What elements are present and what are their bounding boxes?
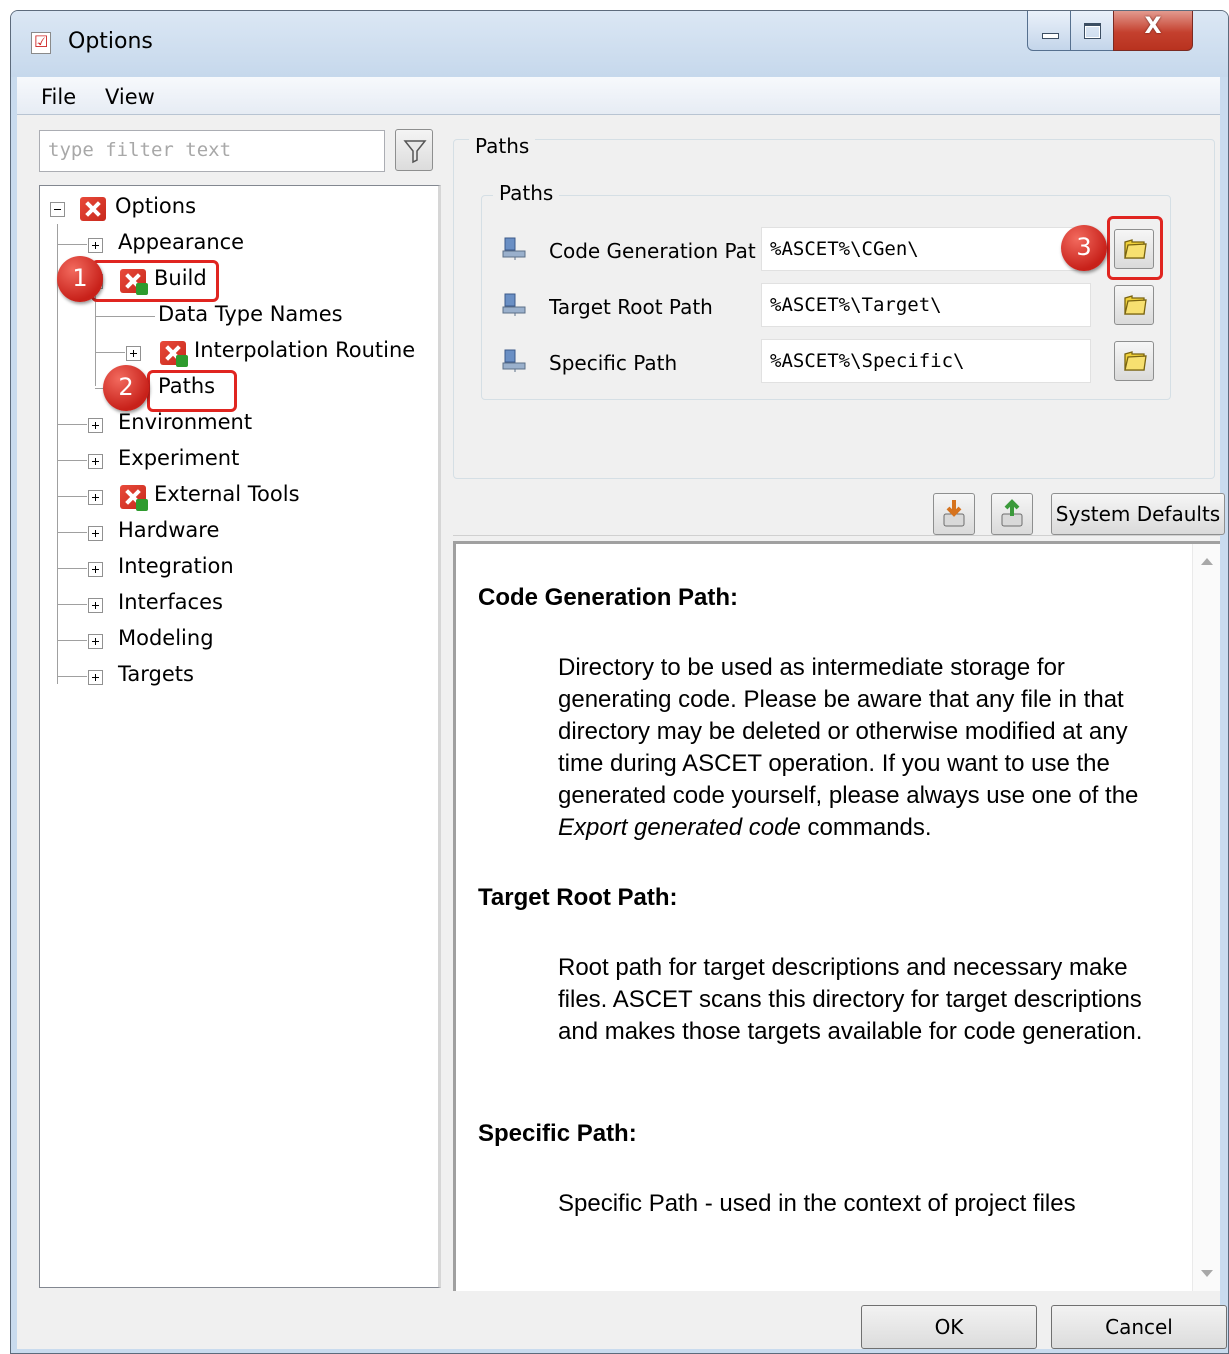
paths-highlight xyxy=(147,370,237,412)
dialog-client-area: type filter text Options Appearance Buil… xyxy=(17,115,1227,1349)
help-scrollbar[interactable] xyxy=(1192,544,1220,1291)
folder-icon xyxy=(1124,295,1147,315)
expand-icon[interactable] xyxy=(88,490,103,505)
expand-icon[interactable] xyxy=(88,598,103,613)
close-icon: X xyxy=(1144,14,1162,39)
menu-file[interactable]: File xyxy=(41,85,76,109)
paths-inner-title: Paths xyxy=(493,181,560,205)
tree-label-hardware: Hardware xyxy=(118,518,220,542)
menu-view[interactable]: View xyxy=(105,85,155,109)
help-body-specific-path: Specific Path - used in the context of p… xyxy=(558,1190,1076,1217)
help-heading-target-root-path: Target Root Path: xyxy=(478,884,678,911)
close-button[interactable]: X xyxy=(1113,11,1193,51)
target-root-path-input[interactable]: %ASCET%\Target\ xyxy=(761,283,1091,327)
minimize-button[interactable] xyxy=(1027,11,1071,51)
import-button[interactable] xyxy=(933,493,975,535)
options-app-icon: ☑ xyxy=(31,32,51,54)
help-heading-code-generation-path: Code Generation Path: xyxy=(478,584,739,611)
import-icon xyxy=(943,500,965,527)
code-generation-path-label: Code Generation Path xyxy=(549,239,757,263)
network-drive-icon xyxy=(502,237,526,260)
tree-label-environment: Environment xyxy=(118,410,253,434)
separator xyxy=(453,535,1220,536)
callout-1: 1 xyxy=(57,256,103,302)
window-title: Options xyxy=(68,29,153,54)
expand-icon[interactable] xyxy=(88,670,103,685)
cancel-button[interactable]: Cancel xyxy=(1051,1305,1227,1349)
tree-label-options: Options xyxy=(115,194,197,218)
target-root-path-label: Target Root Path xyxy=(549,295,713,319)
expand-icon[interactable] xyxy=(126,346,141,361)
tree-label-interfaces: Interfaces xyxy=(118,590,223,614)
external-tools-node-icon xyxy=(120,485,148,511)
tree-label-modeling: Modeling xyxy=(118,626,214,650)
funnel-icon xyxy=(403,140,427,164)
expand-icon[interactable] xyxy=(88,418,103,433)
export-icon xyxy=(1001,499,1023,527)
expand-icon[interactable] xyxy=(88,562,103,577)
callout-3: 3 xyxy=(1061,225,1107,271)
scroll-up-arrow-icon[interactable] xyxy=(1201,558,1213,565)
filter-input[interactable]: type filter text xyxy=(39,130,385,172)
title-bar[interactable]: ☑ Options X xyxy=(11,11,1228,77)
callout-2: 2 xyxy=(103,365,149,411)
filter-button[interactable] xyxy=(395,129,433,171)
ok-button[interactable]: OK xyxy=(861,1305,1037,1349)
options-tree: Options Appearance Build Data Type Names xyxy=(39,185,441,1288)
tree-label-integration: Integration xyxy=(118,554,234,578)
network-drive-icon xyxy=(502,293,526,316)
help-body-target-root-path: Root path for target descriptions and ne… xyxy=(558,954,1143,1045)
specific-path-browse-button[interactable] xyxy=(1114,341,1154,381)
folder-icon xyxy=(1124,351,1147,371)
tree-label-experiment: Experiment xyxy=(118,446,240,470)
help-heading-specific-path: Specific Path: xyxy=(478,1120,637,1147)
tree-label-external-tools: External Tools xyxy=(154,482,300,506)
code-generation-path-input[interactable]: %ASCET%\CGen\ xyxy=(761,227,1091,271)
target-root-path-browse-button[interactable] xyxy=(1114,285,1154,325)
maximize-button[interactable] xyxy=(1070,11,1114,51)
browse-highlight xyxy=(1107,216,1163,280)
options-node-icon xyxy=(80,197,106,221)
tree-label-appearance: Appearance xyxy=(118,230,245,254)
paths-group-title: Paths xyxy=(469,134,536,158)
system-defaults-button[interactable]: System Defaults xyxy=(1051,493,1225,535)
tree-label-data-type-names: Data Type Names xyxy=(158,302,343,326)
expand-icon[interactable] xyxy=(88,526,103,541)
options-window: ☑ Options X File View type filter text O… xyxy=(10,10,1229,1354)
menu-bar: File View xyxy=(17,77,1220,115)
collapse-icon[interactable] xyxy=(50,202,65,217)
help-body-code-generation-path: Directory to be used as intermediate sto… xyxy=(558,654,1139,841)
tree-label-interpolation-routine: Interpolation Routine xyxy=(194,338,416,362)
export-button[interactable] xyxy=(991,493,1033,535)
expand-icon[interactable] xyxy=(88,238,103,253)
expand-icon[interactable] xyxy=(88,454,103,469)
scroll-down-arrow-icon[interactable] xyxy=(1201,1270,1213,1277)
specific-path-label: Specific Path xyxy=(549,351,678,375)
specific-path-input[interactable]: %ASCET%\Specific\ xyxy=(761,339,1091,383)
build-highlight xyxy=(91,260,219,302)
expand-icon[interactable] xyxy=(88,634,103,649)
tree-label-targets: Targets xyxy=(118,662,194,686)
network-drive-icon xyxy=(502,349,526,372)
interpolation-node-icon xyxy=(160,341,188,367)
help-panel: Code Generation Path: Directory to be us… xyxy=(453,541,1220,1291)
